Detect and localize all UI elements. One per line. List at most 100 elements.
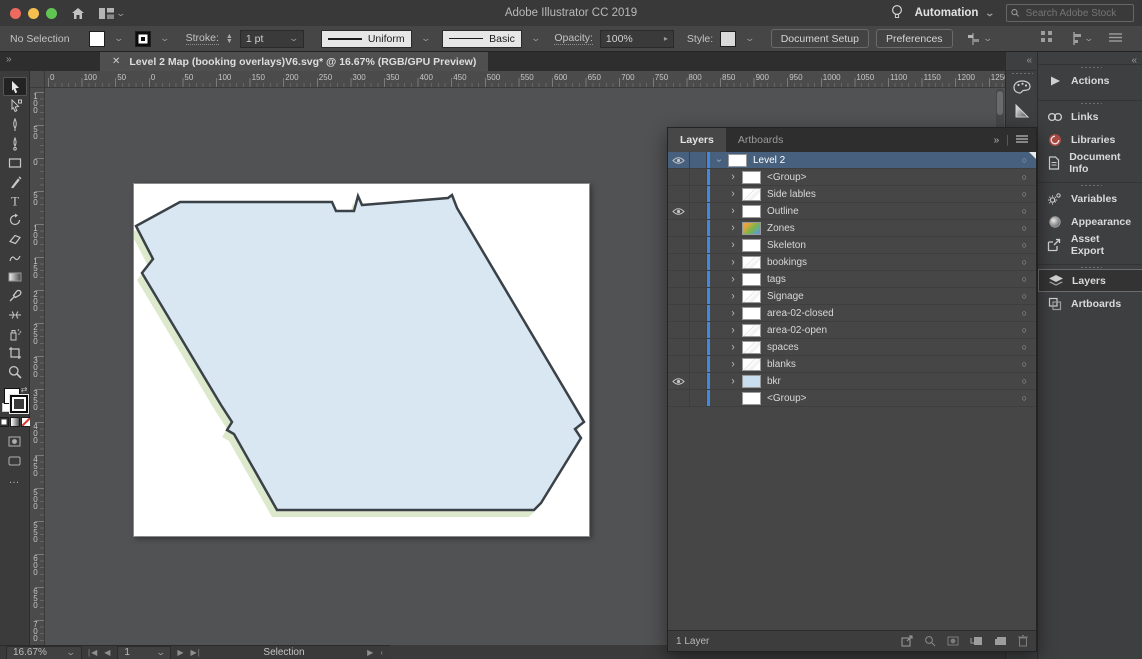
gradient-tool[interactable] [3, 267, 27, 286]
layer-row[interactable]: <Group> ○ [668, 390, 1036, 407]
target-circle-icon[interactable]: ○ [1022, 393, 1027, 403]
layer-name[interactable]: spaces [767, 342, 799, 353]
selection-tool[interactable] [2, 77, 27, 96]
fill-stroke-control[interactable]: ⇄ [1, 385, 28, 413]
layer-name[interactable]: area-02-closed [767, 308, 834, 319]
artboard-tool[interactable] [3, 343, 27, 362]
target-circle-icon[interactable]: ○ [1022, 189, 1027, 199]
lock-toggle[interactable] [690, 203, 707, 219]
chevron-down-icon[interactable]: ⌄ [160, 33, 171, 44]
layer-row[interactable]: › spaces ○ [668, 339, 1036, 356]
layer-thumbnail[interactable] [742, 323, 761, 337]
expand-chevron-icon[interactable]: › [726, 290, 740, 302]
layer-row[interactable]: › area-02-closed ○ [668, 305, 1036, 322]
expand-chevron-icon[interactable]: › [726, 341, 740, 353]
document-setup-button[interactable]: Document Setup [770, 29, 869, 48]
layer-thumbnail[interactable] [742, 170, 761, 184]
none-mode-button[interactable] [20, 417, 31, 427]
layer-name[interactable]: Skeleton [767, 240, 806, 251]
layer-thumbnail[interactable] [742, 221, 761, 235]
layer-row[interactable]: › blanks ○ [668, 356, 1036, 373]
stroke-weight-field[interactable]: 1 pt ⌄ [239, 29, 304, 48]
lock-toggle[interactable] [690, 152, 707, 168]
lock-toggle[interactable] [690, 356, 707, 372]
document-tab[interactable]: ✕ Level 2 Map (booking overlays)V6.svg* … [100, 52, 489, 71]
expand-chevron-icon[interactable]: › [726, 222, 740, 234]
screen-mode-button[interactable] [3, 451, 27, 470]
collapse-dock-icon[interactable]: « [1026, 55, 1032, 66]
layer-thumbnail[interactable] [742, 204, 761, 218]
fill-color-swatch[interactable] [88, 30, 105, 47]
panel-menu-icon[interactable] [1109, 32, 1122, 45]
target-circle-icon[interactable]: ○ [1022, 206, 1027, 216]
level2-floorplan-shape[interactable] [134, 192, 586, 512]
dock-drag-handle[interactable] [1079, 66, 1102, 69]
layer-name[interactable]: blanks [767, 359, 796, 370]
last-artboard-button[interactable]: ▶| [191, 648, 201, 657]
visibility-toggle[interactable] [668, 254, 690, 270]
layer-name[interactable]: area-02-open [767, 325, 827, 336]
layer-thumbnail[interactable] [742, 238, 761, 252]
layer-name[interactable]: <Group> [767, 393, 806, 404]
tab-layers[interactable]: Layers [668, 128, 726, 152]
vertical-ruler[interactable]: 1005005010015020025030035040045050055060… [30, 87, 45, 645]
visibility-toggle[interactable] [668, 305, 690, 321]
visibility-toggle[interactable] [668, 390, 690, 406]
panel-button-variables[interactable]: Variables [1038, 187, 1142, 210]
target-circle-icon[interactable]: ○ [1022, 325, 1027, 335]
panel-button-appearance[interactable]: Appearance [1038, 210, 1142, 233]
type-tool[interactable]: T [3, 191, 27, 210]
delete-layer-icon[interactable] [1018, 635, 1028, 647]
locate-object-icon[interactable] [924, 635, 936, 647]
target-circle-icon[interactable]: ○ [1022, 155, 1027, 165]
tab-artboards[interactable]: Artboards [726, 128, 796, 152]
window-minimize-button[interactable] [28, 7, 39, 19]
chevron-down-icon[interactable]: ⌄ [530, 33, 541, 44]
layer-name[interactable]: <Group> [767, 172, 806, 183]
dock-drag-handle[interactable] [1079, 184, 1102, 187]
layer-row[interactable]: › bookings ○ [668, 254, 1036, 271]
lock-toggle[interactable] [690, 390, 707, 406]
layer-name[interactable]: tags [767, 274, 786, 285]
stroke-indicator[interactable] [9, 395, 28, 413]
layer-thumbnail[interactable] [742, 187, 761, 201]
lightbulb-icon[interactable] [891, 4, 903, 23]
gradient-panel-icon[interactable] [1006, 99, 1038, 123]
rotate-tool[interactable] [3, 210, 27, 229]
layer-thumbnail[interactable] [742, 374, 761, 388]
panel-flyout-menu-icon[interactable] [1016, 134, 1028, 146]
scrollbar-thumb[interactable] [997, 91, 1003, 115]
previous-artboard-button[interactable]: ◀ [104, 648, 111, 657]
expand-chevron-icon[interactable]: › [726, 375, 740, 387]
color-mode-button[interactable] [0, 417, 9, 427]
visibility-eye-icon[interactable] [668, 373, 690, 389]
visibility-toggle[interactable] [668, 169, 690, 185]
layer-name[interactable]: bookings [767, 257, 807, 268]
layer-name[interactable]: bkr [767, 376, 781, 387]
swap-fill-stroke-icon[interactable]: ⇄ [21, 385, 28, 394]
chevron-down-icon[interactable]: ⌄ [745, 33, 756, 44]
layer-row[interactable]: › bkr ○ [668, 373, 1036, 390]
expand-chevron-icon[interactable]: › [726, 358, 740, 370]
layer-row[interactable]: › Zones ○ [668, 220, 1036, 237]
collapse-chevron-icon[interactable]: › [714, 153, 725, 167]
layer-name[interactable]: Signage [767, 291, 804, 302]
lock-toggle[interactable] [690, 339, 707, 355]
horizontal-ruler[interactable]: 0 100 50 0 50 100 150 200 250 300 350 400 450 500 550 6… [44, 71, 1005, 88]
layer-row[interactable]: › area-02-open ○ [668, 322, 1036, 339]
layer-name[interactable]: Outline [767, 206, 799, 217]
expand-chevron-icon[interactable]: › [726, 307, 740, 319]
layer-thumbnail[interactable] [728, 153, 747, 167]
panel-button-actions[interactable]: Actions [1038, 69, 1142, 92]
lock-toggle[interactable] [690, 169, 707, 185]
visibility-eye-icon[interactable] [668, 203, 690, 219]
expand-chevron-icon[interactable]: › [726, 324, 740, 336]
collapse-panel-icon[interactable]: » [994, 135, 1000, 146]
panel-button-layers[interactable]: Layers [1038, 269, 1142, 292]
more-tools-button[interactable]: … [3, 470, 27, 489]
align-options-icon[interactable]: ⌄ [1069, 32, 1095, 45]
expand-chevron-icon[interactable]: › [726, 188, 740, 200]
visibility-toggle[interactable] [668, 186, 690, 202]
layer-thumbnail[interactable] [742, 357, 761, 371]
target-circle-icon[interactable]: ○ [1022, 172, 1027, 182]
